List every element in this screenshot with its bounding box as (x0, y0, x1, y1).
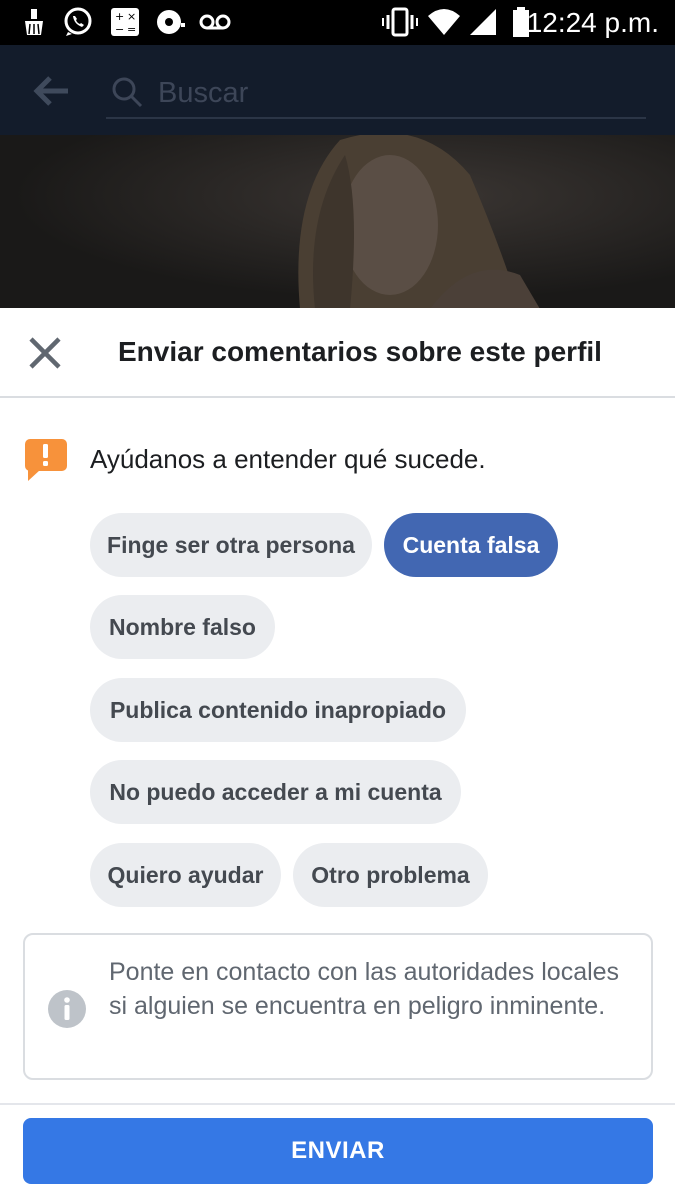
wifi-icon (426, 6, 462, 38)
voicemail-icon (198, 6, 232, 38)
option-nombre-falso[interactable]: Nombre falso (90, 595, 275, 659)
info-text: Ponte en contacto con las autoridades lo… (109, 958, 620, 1020)
option-finge-ser-otra-persona[interactable]: Finge ser otra persona (90, 513, 372, 577)
feedback-sheet: Enviar comentarios sobre este perfil Ayú… (0, 308, 675, 1200)
cleaner-icon (20, 6, 48, 38)
whatsapp-icon (60, 6, 96, 38)
sheet-title: Enviar comentarios sobre este perfil (118, 336, 602, 367)
option-cuenta-falsa[interactable]: Cuenta falsa (384, 513, 558, 577)
svg-text:+: + (115, 10, 124, 23)
media-icon (154, 6, 188, 38)
sheet-header: Enviar comentarios sobre este perfil (0, 308, 675, 398)
svg-text:−: − (115, 23, 124, 36)
option-publica-contenido-inapropiado[interactable]: Publica contenido inapropiado (90, 678, 466, 742)
svg-text:=: = (127, 23, 136, 36)
info-box: Ponte en contacto con las autoridades lo… (23, 933, 653, 1080)
calculator-icon: + × − = (108, 6, 142, 38)
back-arrow-icon[interactable] (30, 69, 74, 113)
signal-icon (468, 6, 498, 38)
option-no-puedo-acceder[interactable]: No puedo acceder a mi cuenta (90, 760, 461, 824)
search-placeholder: Buscar (158, 77, 249, 109)
status-time: 12:24 p.m. (526, 7, 659, 38)
cover-photo (0, 135, 675, 309)
prompt-text: Ayúdanos a entender qué sucede. (90, 444, 486, 474)
footer-divider (0, 1103, 675, 1105)
option-otro-problema[interactable]: Otro problema (293, 843, 488, 907)
send-button[interactable]: ENVIAR (23, 1118, 653, 1184)
info-icon (47, 989, 87, 1029)
svg-text:×: × (127, 10, 136, 23)
search-header: Buscar (0, 45, 675, 135)
search-input[interactable]: Buscar (106, 67, 646, 119)
status-bar: + × − = 12:24 p.m. (0, 0, 675, 45)
prompt-row: Ayúdanos a entender qué sucede. (0, 438, 675, 488)
alert-icon (24, 438, 68, 482)
vibrate-icon (382, 6, 418, 38)
search-icon (110, 75, 144, 109)
option-quiero-ayudar[interactable]: Quiero ayudar (90, 843, 281, 907)
close-icon[interactable] (24, 332, 66, 374)
